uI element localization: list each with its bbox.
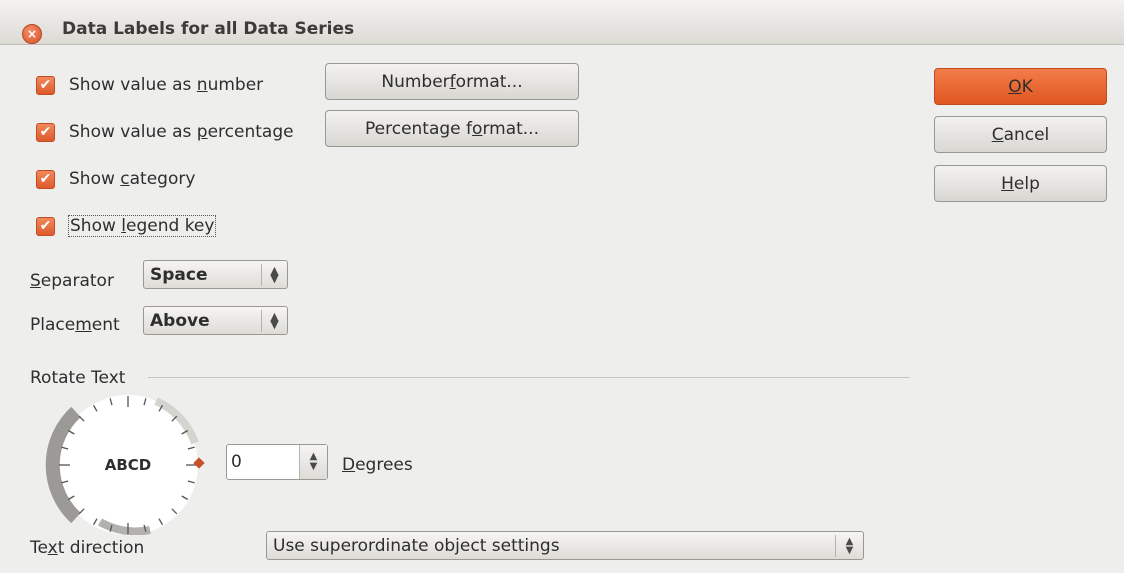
dial-text: ABCD <box>105 456 152 474</box>
checkbox-checked-icon[interactable]: ✔ <box>36 122 55 142</box>
rotate-text-heading: Rotate Text <box>30 368 126 388</box>
title-bar: × Data Labels for all Data Series <box>0 0 1124 45</box>
separator-select[interactable]: Space ▲ ▼ <box>143 260 288 289</box>
show-legend-key-checkbox[interactable]: ✔ Show legend key <box>36 213 217 239</box>
placement-value: Above <box>150 310 210 331</box>
placement-label: Placement <box>30 315 120 335</box>
placement-select[interactable]: Above ▲ ▼ <box>143 306 288 335</box>
section-divider <box>148 377 910 378</box>
separator-label: Separator <box>30 271 114 291</box>
checkbox-label: Show legend key <box>67 215 217 237</box>
text-direction-value: Use superordinate object settings <box>273 535 560 556</box>
separator-value: Space <box>150 264 208 285</box>
cancel-button[interactable]: Cancel <box>934 116 1107 153</box>
updown-icon: ▲ ▼ <box>261 310 287 332</box>
rotation-dial[interactable]: ABCD <box>40 395 220 535</box>
text-direction-select[interactable]: Use superordinate object settings ▲ ▼ <box>266 531 864 560</box>
checkbox-label: Show value as number <box>69 75 264 95</box>
checkbox-checked-icon[interactable]: ✔ <box>36 216 55 236</box>
ok-button[interactable]: OK <box>934 68 1107 105</box>
show-value-percentage-checkbox[interactable]: ✔ Show value as percentage <box>36 119 294 145</box>
updown-icon: ▲ ▼ <box>835 535 863 557</box>
help-button[interactable]: Help <box>934 165 1107 202</box>
number-format-button[interactable]: Number f ormat... <box>325 63 579 100</box>
checkbox-label: Show category <box>69 169 196 189</box>
checkbox-checked-icon[interactable]: ✔ <box>36 169 55 189</box>
show-value-number-checkbox[interactable]: ✔ Show value as number <box>36 72 263 98</box>
updown-icon: ▲ ▼ <box>261 264 287 286</box>
dialog-title: Data Labels for all Data Series <box>62 19 355 39</box>
checkbox-label: Show value as percentage <box>69 122 294 142</box>
show-category-checkbox[interactable]: ✔ Show category <box>36 166 195 192</box>
close-icon[interactable]: × <box>22 24 42 44</box>
text-direction-label: Text direction <box>30 538 145 558</box>
degrees-input[interactable]: 0 ▲ ▼ <box>226 444 328 480</box>
degrees-label: Degrees <box>342 455 413 475</box>
degrees-value: 0 <box>231 452 242 472</box>
spin-buttons-icon[interactable]: ▲ ▼ <box>299 445 327 479</box>
checkbox-checked-icon[interactable]: ✔ <box>36 75 55 95</box>
percentage-format-button[interactable]: Percentage f o rmat... <box>325 110 579 147</box>
